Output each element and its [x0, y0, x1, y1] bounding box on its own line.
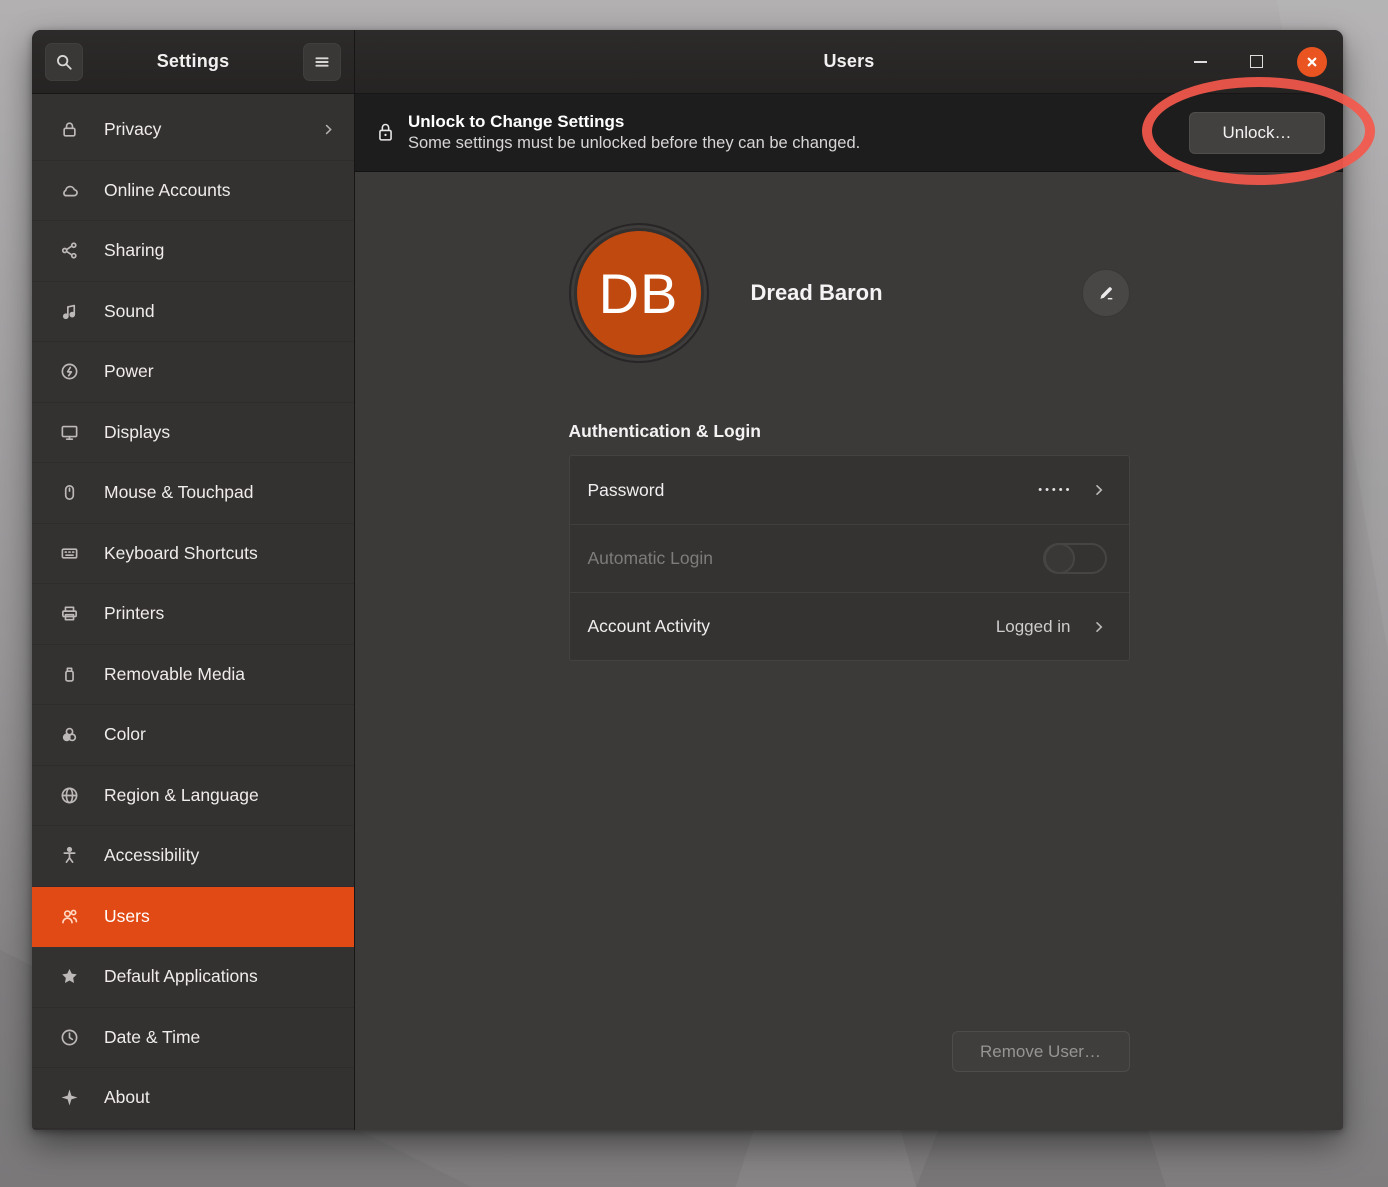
- search-icon: [55, 53, 73, 71]
- sidebar-item-label: Displays: [104, 422, 336, 443]
- remove-user-button[interactable]: Remove User…: [952, 1031, 1130, 1072]
- sidebar-item-label: Privacy: [104, 119, 321, 140]
- sidebar-item-label: Color: [104, 724, 336, 745]
- primary-menu-button[interactable]: [303, 43, 341, 81]
- sidebar-item-label: About: [104, 1087, 336, 1108]
- mouse-icon: [58, 482, 80, 504]
- maximize-button[interactable]: [1241, 47, 1271, 77]
- sidebar-item-label: Printers: [104, 603, 336, 624]
- sidebar-item-region-language[interactable]: Region & Language: [32, 766, 354, 827]
- sidebar-headerbar: Settings: [32, 30, 355, 94]
- chevron-right-icon: [1091, 619, 1107, 635]
- sidebar-item-displays[interactable]: Displays: [32, 403, 354, 464]
- sidebar-item-sharing[interactable]: Sharing: [32, 221, 354, 282]
- sidebar-item-label: Default Applications: [104, 966, 336, 987]
- sidebar-item-mouse-touchpad[interactable]: Mouse & Touchpad: [32, 463, 354, 524]
- page-title: Users: [823, 51, 874, 72]
- padlock-icon: [377, 122, 394, 143]
- sidebar-item-power[interactable]: Power: [32, 342, 354, 403]
- sidebar-item-sound[interactable]: Sound: [32, 282, 354, 343]
- close-button[interactable]: [1297, 47, 1327, 77]
- unlock-banner-title: Unlock to Change Settings: [408, 111, 1189, 132]
- avatar-initials: DB: [577, 231, 701, 355]
- sidebar-item-color[interactable]: Color: [32, 705, 354, 766]
- sidebar-item-label: Users: [104, 906, 336, 927]
- sidebar-nav: Privacy Online Accounts Sharing Sound: [32, 94, 355, 1130]
- unlock-banner-subtitle: Some settings must be unlocked before th…: [408, 133, 1189, 154]
- pencil-icon: [1097, 284, 1115, 302]
- avatar[interactable]: DB: [569, 223, 709, 363]
- sidebar-item-online-accounts[interactable]: Online Accounts: [32, 161, 354, 222]
- chevron-right-icon: [321, 122, 336, 137]
- sidebar-item-label: Mouse & Touchpad: [104, 482, 336, 503]
- clock-icon: [58, 1026, 80, 1048]
- share-icon: [58, 240, 80, 262]
- power-icon: [58, 361, 80, 383]
- automatic-login-label: Automatic Login: [588, 548, 1043, 569]
- settings-window: Settings Users Privacy: [32, 30, 1343, 1130]
- sidebar-item-accessibility[interactable]: Accessibility: [32, 826, 354, 887]
- lock-icon: [58, 119, 80, 141]
- sidebar-item-printers[interactable]: Printers: [32, 584, 354, 645]
- auth-list: Password ••••• Automatic Login: [569, 455, 1130, 661]
- close-icon: [1304, 54, 1320, 70]
- sidebar-item-label: Date & Time: [104, 1027, 336, 1048]
- chevron-right-icon: [1091, 482, 1107, 498]
- hamburger-menu-icon: [313, 53, 331, 71]
- unlock-button[interactable]: Unlock…: [1189, 112, 1325, 154]
- sidebar-item-users[interactable]: Users: [32, 887, 354, 948]
- globe-icon: [58, 784, 80, 806]
- users-panel: Unlock to Change Settings Some settings …: [355, 94, 1343, 1130]
- user-full-name: Dread Baron: [751, 280, 883, 306]
- sidebar-item-label: Accessibility: [104, 845, 336, 866]
- sidebar-item-label: Keyboard Shortcuts: [104, 543, 336, 564]
- sidebar-title: Settings: [157, 51, 230, 72]
- sidebar-item-label: Sound: [104, 301, 336, 322]
- automatic-login-toggle[interactable]: [1043, 543, 1107, 574]
- sidebar-item-label: Online Accounts: [104, 180, 336, 201]
- cloud-icon: [58, 179, 80, 201]
- sidebar-item-default-applications[interactable]: Default Applications: [32, 947, 354, 1008]
- password-row[interactable]: Password •••••: [570, 456, 1129, 524]
- display-icon: [58, 421, 80, 443]
- password-dots: •••••: [1038, 484, 1072, 496]
- toggle-knob: [1044, 543, 1075, 574]
- star-icon: [58, 966, 80, 988]
- automatic-login-row: Automatic Login: [570, 524, 1129, 592]
- account-activity-row[interactable]: Account Activity Logged in: [570, 592, 1129, 660]
- sparkle-icon: [58, 1087, 80, 1109]
- usb-drive-icon: [58, 663, 80, 685]
- edit-name-button[interactable]: [1082, 269, 1130, 317]
- sidebar-item-label: Region & Language: [104, 785, 336, 806]
- sidebar-item-label: Power: [104, 361, 336, 382]
- sidebar-item-removable-media[interactable]: Removable Media: [32, 645, 354, 706]
- window-controls: [1185, 30, 1327, 93]
- sidebar-item-about[interactable]: About: [32, 1068, 354, 1129]
- password-label: Password: [588, 480, 1039, 501]
- keyboard-icon: [58, 542, 80, 564]
- main-headerbar: Users: [355, 30, 1343, 94]
- search-button[interactable]: [45, 43, 83, 81]
- bottom-actions: Remove User…: [569, 1031, 1130, 1130]
- user-card: DB Dread Baron: [569, 223, 1130, 363]
- sidebar-item-keyboard-shortcuts[interactable]: Keyboard Shortcuts: [32, 524, 354, 585]
- music-note-icon: [58, 300, 80, 322]
- account-activity-value: Logged in: [996, 617, 1071, 637]
- account-activity-label: Account Activity: [588, 616, 996, 637]
- users-content: DB Dread Baron Authentication & Login: [355, 172, 1343, 1130]
- auth-section-title: Authentication & Login: [569, 421, 1130, 442]
- color-circles-icon: [58, 724, 80, 746]
- accessibility-icon: [58, 845, 80, 867]
- printer-icon: [58, 603, 80, 625]
- users-icon: [58, 905, 80, 927]
- sidebar-item-privacy[interactable]: Privacy: [32, 100, 354, 161]
- minimize-button[interactable]: [1185, 47, 1215, 77]
- unlock-banner-text: Unlock to Change Settings Some settings …: [408, 111, 1189, 154]
- unlock-banner: Unlock to Change Settings Some settings …: [355, 94, 1343, 172]
- sidebar-item-date-time[interactable]: Date & Time: [32, 1008, 354, 1069]
- sidebar-item-label: Sharing: [104, 240, 336, 261]
- sidebar-item-label: Removable Media: [104, 664, 336, 685]
